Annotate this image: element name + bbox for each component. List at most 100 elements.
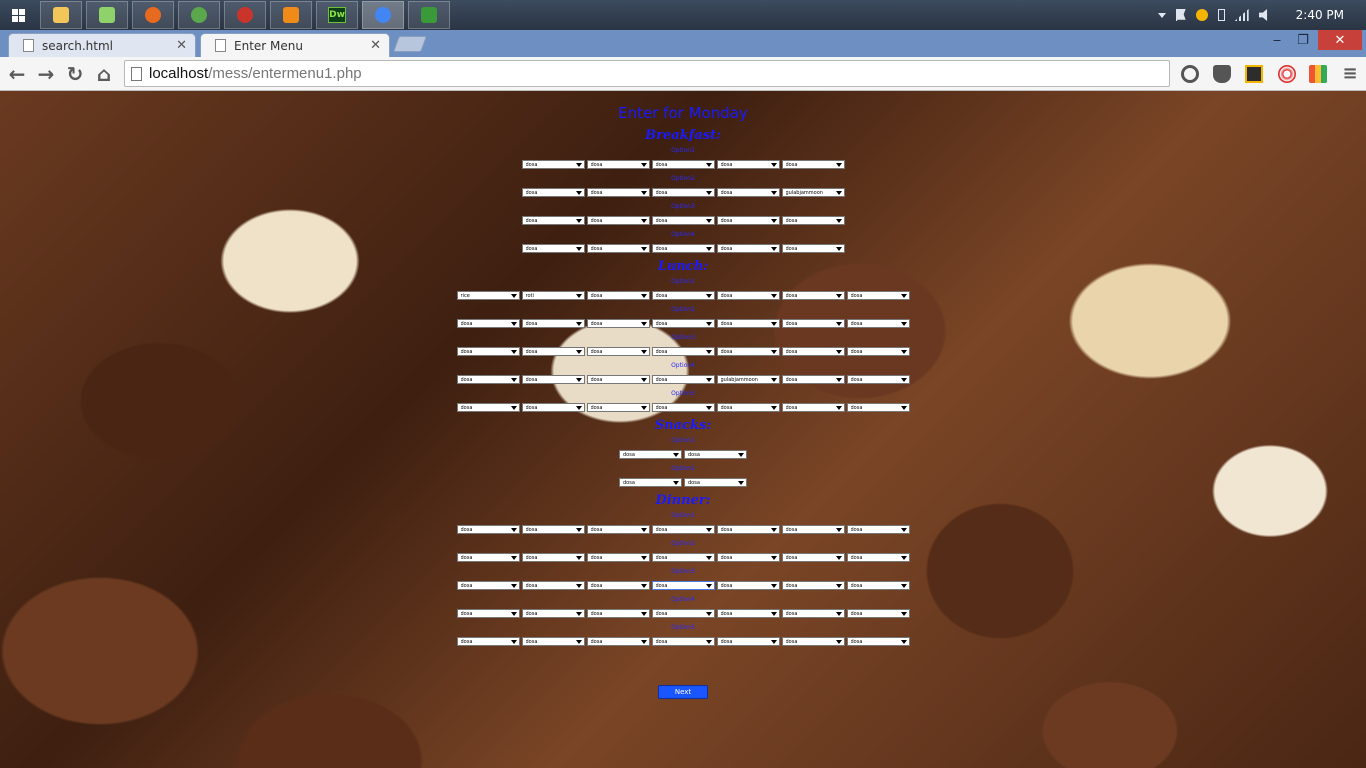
dish-select[interactable]: dosa — [456, 553, 520, 562]
dish-select[interactable]: dosa — [781, 581, 845, 590]
dish-select[interactable]: dosa — [781, 216, 845, 225]
dish-select[interactable]: dosa — [716, 609, 780, 618]
dish-select[interactable]: dosa — [781, 375, 845, 384]
dish-select[interactable]: dosa — [716, 291, 780, 300]
dish-select[interactable]: dosa — [651, 525, 715, 534]
dish-select[interactable]: dosa — [521, 160, 585, 169]
dish-select[interactable]: dosa — [651, 609, 715, 618]
dish-select[interactable]: dosa — [456, 403, 520, 412]
taskbar-app-button[interactable] — [178, 1, 220, 29]
dish-select[interactable]: dosa — [651, 291, 715, 300]
dish-select[interactable]: gulabjammoon — [716, 375, 780, 384]
dish-select[interactable]: dosa — [586, 525, 650, 534]
dish-select[interactable]: dosa — [716, 216, 780, 225]
dish-select[interactable]: dosa — [846, 525, 910, 534]
dish-select[interactable]: dosa — [521, 553, 585, 562]
dish-select[interactable]: dosa — [619, 450, 682, 459]
close-tab-icon[interactable]: ✕ — [176, 38, 187, 53]
dish-select[interactable]: dosa — [586, 403, 650, 412]
dish-select[interactable]: rice — [456, 291, 520, 300]
dish-select[interactable]: dosa — [651, 216, 715, 225]
dish-select[interactable]: dosa — [521, 347, 585, 356]
home-icon[interactable]: ⌂ — [91, 61, 117, 87]
start-button[interactable] — [0, 0, 36, 30]
signal-strength-icon[interactable] — [1234, 9, 1249, 21]
dish-select[interactable]: dosa — [456, 637, 520, 646]
action-center-flag-icon[interactable] — [1175, 9, 1186, 21]
show-hidden-icons-icon[interactable] — [1157, 12, 1166, 18]
next-button[interactable]: Next — [658, 685, 708, 699]
reload-icon[interactable]: ↻ — [62, 61, 88, 87]
app-tray-icon[interactable] — [1195, 9, 1208, 21]
dish-select[interactable]: dosa — [651, 160, 715, 169]
dish-select[interactable]: dosa — [781, 319, 845, 328]
dish-select[interactable]: dosa — [781, 609, 845, 618]
dish-select[interactable]: dosa — [586, 609, 650, 618]
taskbar-app-button[interactable] — [270, 1, 312, 29]
maximize-button[interactable]: ❐ — [1290, 30, 1316, 50]
dish-select[interactable]: dosa — [781, 525, 845, 534]
dish-select[interactable]: dosa — [586, 319, 650, 328]
taskbar-app-button[interactable] — [40, 1, 82, 29]
dish-select[interactable]: dosa — [521, 188, 585, 197]
dish-select[interactable]: dosa — [716, 581, 780, 590]
chrome-menu-icon[interactable]: ≡ — [1337, 61, 1363, 87]
dish-select[interactable]: dosa — [456, 319, 520, 328]
dish-select[interactable]: dosa — [846, 375, 910, 384]
dish-select[interactable]: dosa — [781, 553, 845, 562]
dish-select[interactable]: dosa — [716, 347, 780, 356]
dish-select[interactable]: dosa — [716, 525, 780, 534]
dish-select[interactable]: dosa — [586, 216, 650, 225]
dish-select[interactable]: dosa — [456, 375, 520, 384]
address-bar[interactable]: localhost/mess/entermenu1.php — [124, 60, 1170, 87]
dish-select[interactable]: dosa — [521, 244, 585, 253]
dish-select[interactable]: dosa — [456, 525, 520, 534]
dish-select[interactable]: dosa — [781, 403, 845, 412]
dish-select[interactable]: roti — [521, 291, 585, 300]
dish-select[interactable]: dosa — [846, 403, 910, 412]
dish-select[interactable]: dosa — [586, 244, 650, 253]
dish-select[interactable]: dosa — [521, 609, 585, 618]
dish-select[interactable]: dosa — [716, 160, 780, 169]
dish-select[interactable]: dosa — [586, 581, 650, 590]
dish-select[interactable]: dosa — [651, 375, 715, 384]
tab-search-html[interactable]: search.html ✕ — [8, 33, 196, 57]
minimize-button[interactable]: ‒ — [1264, 30, 1290, 50]
dish-select[interactable]: dosa — [651, 403, 715, 412]
taskbar-app-button[interactable] — [362, 1, 404, 29]
dish-select[interactable]: dosa — [846, 291, 910, 300]
dish-select[interactable]: dosa — [716, 403, 780, 412]
dish-select[interactable]: dosa — [716, 553, 780, 562]
taskbar-app-button[interactable] — [408, 1, 450, 29]
dish-select[interactable]: dosa — [586, 553, 650, 562]
dish-select[interactable]: dosa — [521, 319, 585, 328]
dish-select[interactable]: dosa — [586, 347, 650, 356]
dish-select[interactable]: dosa — [651, 188, 715, 197]
dish-select[interactable]: dosa — [456, 581, 520, 590]
tv-extension-icon[interactable] — [1309, 65, 1327, 83]
dish-select[interactable]: dosa — [846, 637, 910, 646]
dish-select[interactable]: dosa — [651, 581, 715, 590]
dish-select[interactable]: dosa — [651, 637, 715, 646]
dish-select[interactable]: dosa — [521, 216, 585, 225]
dish-select[interactable]: gulabjammoon — [781, 188, 845, 197]
dish-select[interactable]: dosa — [716, 637, 780, 646]
dish-select[interactable]: dosa — [586, 291, 650, 300]
dish-select[interactable]: dosa — [456, 609, 520, 618]
dish-select[interactable]: dosa — [586, 188, 650, 197]
close-window-button[interactable]: ✕ — [1318, 30, 1362, 50]
dish-select[interactable]: dosa — [586, 637, 650, 646]
target-extension-icon[interactable] — [1278, 65, 1296, 83]
dish-select[interactable]: dosa — [651, 347, 715, 356]
dish-select[interactable]: dosa — [456, 347, 520, 356]
dish-select[interactable]: dosa — [716, 244, 780, 253]
taskbar-app-button[interactable] — [86, 1, 128, 29]
dish-select[interactable]: dosa — [716, 319, 780, 328]
battery-icon[interactable] — [1217, 9, 1225, 21]
dish-select[interactable]: dosa — [521, 637, 585, 646]
close-tab-icon[interactable]: ✕ — [370, 38, 381, 53]
back-arrow-icon[interactable]: ← — [4, 61, 30, 87]
volume-icon[interactable] — [1258, 9, 1268, 21]
dish-select[interactable]: dosa — [521, 525, 585, 534]
dish-select[interactable]: dosa — [684, 450, 747, 459]
